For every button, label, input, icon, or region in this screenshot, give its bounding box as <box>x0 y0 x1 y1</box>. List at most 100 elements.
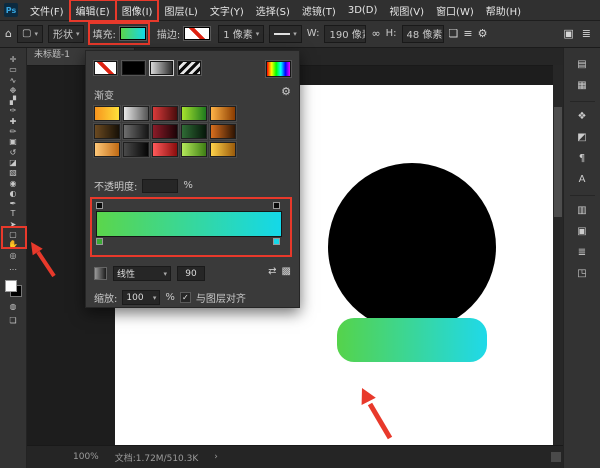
document-size-info: 文档:1.72M/510.3K <box>115 451 199 464</box>
character-panel-icon[interactable]: A <box>579 174 586 186</box>
color-stop-right[interactable] <box>273 238 280 245</box>
color-picker-button[interactable] <box>266 61 291 77</box>
gradient-preset[interactable] <box>94 106 120 121</box>
link-dimensions-icon[interactable]: ∞ <box>371 27 380 40</box>
menu-item-window[interactable]: 窗口(W) <box>430 0 480 21</box>
stroke-line-icon <box>274 33 290 35</box>
opacity-stop-right[interactable] <box>273 202 280 209</box>
stroke-width-field[interactable]: 1 像素 ▾ <box>218 25 264 43</box>
solid-fill-button[interactable] <box>122 61 145 75</box>
quick-selection-tool[interactable]: ❉ <box>0 86 26 96</box>
gear-icon[interactable]: ⚙ <box>478 27 488 40</box>
workspace-icon[interactable]: ▣ <box>563 27 573 40</box>
gradient-preset[interactable] <box>152 106 178 121</box>
history-brush-tool[interactable]: ↺ <box>0 148 26 158</box>
no-fill-button[interactable] <box>94 61 117 75</box>
path-operations-icon[interactable]: ❏ <box>449 27 459 40</box>
zoom-tool[interactable]: ◎ <box>0 251 26 261</box>
gradient-preset[interactable] <box>210 124 236 139</box>
history-panel-icon[interactable]: ≣ <box>578 247 586 259</box>
gear-icon[interactable]: ⚙ <box>281 85 291 98</box>
reverse-gradient-icon[interactable]: ⇄ <box>268 266 276 277</box>
status-chevron-icon[interactable]: › <box>214 452 218 462</box>
gradient-preset[interactable] <box>152 142 178 157</box>
move-tool[interactable]: ✛ <box>0 55 26 65</box>
rounded-rectangle-icon: ▢ <box>22 28 31 39</box>
tool-mode-value: 形状 <box>53 26 73 41</box>
gradient-preset[interactable] <box>94 124 120 139</box>
gradient-preset[interactable] <box>210 106 236 121</box>
foreground-color-swatch[interactable] <box>5 280 17 292</box>
adjustments-panel-icon[interactable]: ▦ <box>577 80 586 92</box>
spot-healing-tool[interactable]: ✚ <box>0 117 26 127</box>
screen-mode-icon[interactable]: ❏ <box>9 316 16 325</box>
gradient-preset[interactable] <box>123 142 149 157</box>
edit-toolbar-icon[interactable]: ⋯ <box>9 265 17 274</box>
vertical-scrollbar-thumb[interactable] <box>554 107 562 217</box>
eraser-tool[interactable]: ◪ <box>0 158 26 168</box>
stroke-style-select[interactable]: ▾ <box>269 25 302 43</box>
height-field[interactable]: 48 像素 <box>402 25 444 43</box>
stroke-swatch[interactable] <box>184 27 210 40</box>
pattern-fill-button[interactable] <box>178 61 201 75</box>
gradient-tool[interactable]: ▧ <box>0 168 26 178</box>
zoom-level[interactable]: 100% <box>73 452 99 462</box>
eyedropper-tool[interactable]: ✑ <box>0 106 26 116</box>
gradient-method-icon[interactable]: ▩ <box>282 266 291 277</box>
gradient-editor-bar[interactable] <box>96 211 282 237</box>
quick-mask-icon[interactable]: ◍ <box>10 302 17 311</box>
menu-item-image[interactable]: 图像(I) <box>116 0 159 21</box>
vertical-scrollbar[interactable] <box>553 65 563 445</box>
home-icon[interactable]: ⌂ <box>5 27 12 40</box>
libraries-panel-icon[interactable]: ▤ <box>577 59 586 71</box>
opacity-field[interactable] <box>142 179 178 193</box>
gradient-preset[interactable] <box>123 124 149 139</box>
status-bar: 100% 文档:1.72M/510.3K › <box>27 445 563 468</box>
dodge-tool[interactable]: ◐ <box>0 189 26 199</box>
menu-item-filter[interactable]: 滤镜(T) <box>296 0 342 21</box>
gradient-preset[interactable] <box>181 106 207 121</box>
menu-item-view[interactable]: 视图(V) <box>383 0 430 21</box>
brush-tool[interactable]: ✏ <box>0 127 26 137</box>
type-tool[interactable]: T <box>0 209 26 219</box>
channels-panel-icon[interactable]: ◳ <box>577 268 586 280</box>
styles-panel-icon[interactable]: ❖ <box>578 111 587 123</box>
align-with-layer-checkbox[interactable]: ✓ <box>180 292 191 303</box>
crop-tool[interactable]: ▞ <box>0 96 26 106</box>
gradient-style-select[interactable]: 线性 ▾ <box>113 266 171 281</box>
menu-item-file[interactable]: 文件(F) <box>24 0 70 21</box>
opacity-row: 不透明度: % <box>94 178 193 193</box>
menu-item-edit[interactable]: 编辑(E) <box>70 0 116 21</box>
gradient-fill-button[interactable] <box>150 61 173 75</box>
gradient-preset[interactable] <box>181 142 207 157</box>
menu-item-layer[interactable]: 图层(L) <box>158 0 203 21</box>
gradient-angle-field[interactable]: 90 <box>177 266 205 281</box>
color-panel-icon[interactable]: ◩ <box>577 132 586 144</box>
pen-tool[interactable]: ✒ <box>0 199 26 209</box>
tool-mode-select[interactable]: 形状 ▾ <box>48 25 85 43</box>
gradient-preset[interactable] <box>94 142 120 157</box>
blur-tool[interactable]: ◉ <box>0 179 26 189</box>
gradient-preset[interactable] <box>181 124 207 139</box>
properties-panel-icon[interactable]: ▥ <box>577 205 586 217</box>
menu-item-help[interactable]: 帮助(H) <box>480 0 527 21</box>
color-stop-left[interactable] <box>96 238 103 245</box>
menu-item-select[interactable]: 选择(S) <box>250 0 296 21</box>
fill-swatch[interactable] <box>120 27 146 40</box>
gradient-preset[interactable] <box>210 142 236 157</box>
paragraph-panel-icon[interactable]: ¶ <box>579 153 585 165</box>
lasso-tool[interactable]: ∿ <box>0 76 26 86</box>
width-field[interactable]: 190 像素 <box>324 25 366 43</box>
scale-field[interactable]: 100 ▾ <box>122 290 160 305</box>
options-menu-icon[interactable]: ≣ <box>582 27 591 40</box>
opacity-stop-left[interactable] <box>96 202 103 209</box>
rect-marquee-tool[interactable]: ▭ <box>0 65 26 75</box>
menu-item-type[interactable]: 文字(Y) <box>204 0 250 21</box>
menu-item-3d[interactable]: 3D(D) <box>342 2 384 19</box>
tool-preset-picker[interactable]: ▢ ▾ <box>17 25 43 43</box>
path-alignment-icon[interactable]: ≡ <box>463 27 472 40</box>
gradient-preset[interactable] <box>152 124 178 139</box>
gradient-preset[interactable] <box>123 106 149 121</box>
clone-stamp-tool[interactable]: ▣ <box>0 137 26 147</box>
info-panel-icon[interactable]: ▣ <box>577 226 586 238</box>
